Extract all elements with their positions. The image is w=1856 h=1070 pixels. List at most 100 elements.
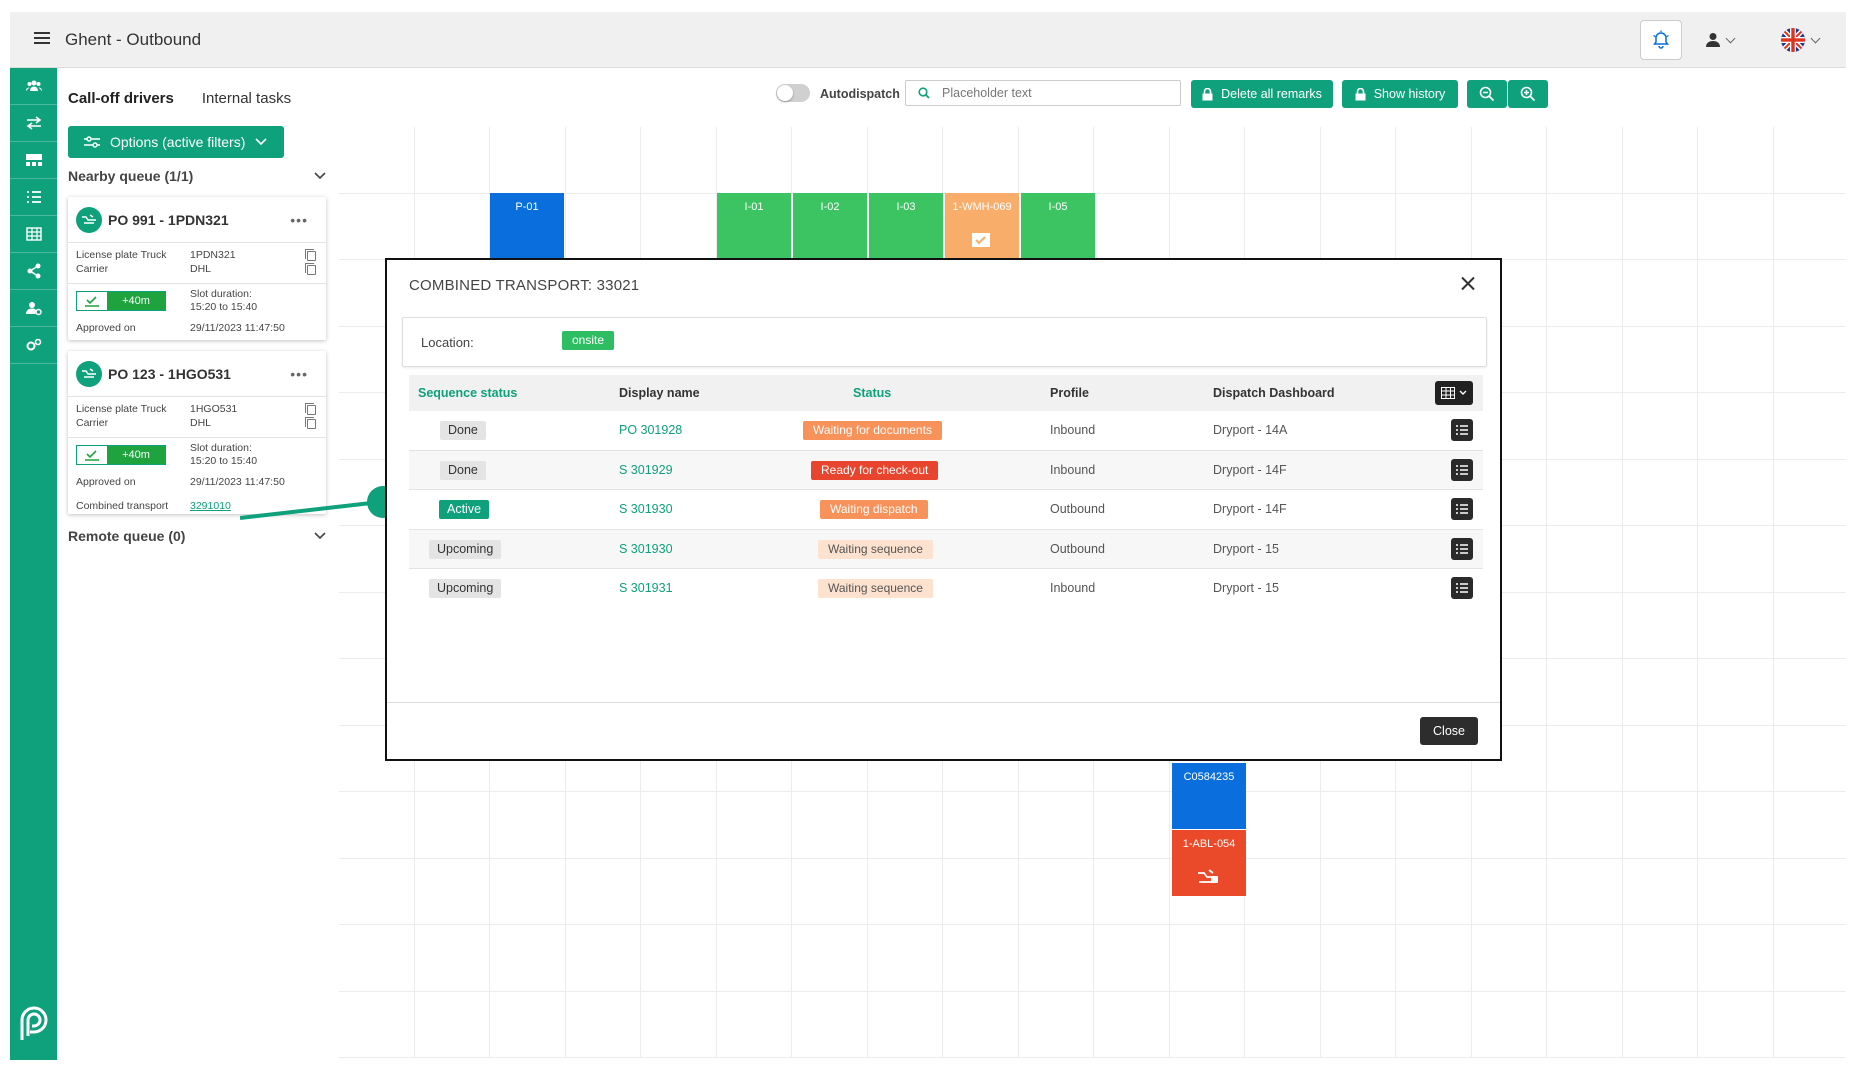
details-list-button[interactable] xyxy=(1451,498,1473,520)
grid-cell xyxy=(1698,991,1774,1058)
sidebar-item-table[interactable] xyxy=(10,216,57,253)
grid-cell xyxy=(1622,260,1698,327)
tab-internal-tasks[interactable]: Internal tasks xyxy=(202,90,291,120)
display-name-link[interactable]: S 301930 xyxy=(619,502,673,516)
delete-remarks-label: Delete all remarks xyxy=(1221,87,1322,101)
grid-cell xyxy=(1245,858,1321,925)
grid-cell xyxy=(1094,792,1170,859)
details-list-button[interactable] xyxy=(1451,537,1473,560)
column-sequence-status[interactable]: Sequence status xyxy=(418,386,517,400)
display-name-link[interactable]: S 301931 xyxy=(619,581,673,595)
delete-remarks-button[interactable]: Delete all remarks xyxy=(1191,80,1333,108)
sidebar-item-docks[interactable] xyxy=(10,142,57,179)
sidebar-item-transfers[interactable] xyxy=(10,105,57,142)
dock-block[interactable]: C0584235 xyxy=(1172,763,1246,829)
grid-cell xyxy=(339,925,415,992)
table-row[interactable]: Upcoming S 301931 Waiting sequence Inbou… xyxy=(409,569,1483,609)
options-filter-button[interactable]: Options (active filters) xyxy=(68,126,284,158)
column-settings-button[interactable] xyxy=(1435,381,1473,405)
chevron-down-icon xyxy=(314,172,326,180)
grid-cell xyxy=(1094,858,1170,925)
options-filter-label: Options (active filters) xyxy=(110,134,246,150)
details-list-button[interactable] xyxy=(1451,577,1473,599)
more-options-icon[interactable]: ••• xyxy=(290,212,308,228)
grid-cell xyxy=(792,991,868,1058)
grid-cell xyxy=(339,792,415,859)
table-row[interactable]: Active S 301930 Waiting dispatch Outboun… xyxy=(409,490,1483,530)
top-bar: Ghent - Outbound xyxy=(10,12,1846,68)
grid-cell xyxy=(490,925,566,992)
notification-button[interactable] xyxy=(1640,20,1682,60)
truck-icon xyxy=(1198,869,1218,883)
zoom-out-button[interactable] xyxy=(1467,80,1507,108)
dock-block[interactable]: I-03 xyxy=(869,193,943,259)
tab-call-off-drivers[interactable]: Call-off drivers xyxy=(68,90,174,120)
zoom-in-button[interactable] xyxy=(1508,80,1548,108)
nearby-queue-header[interactable]: Nearby queue (1/1) xyxy=(68,168,326,184)
location-label: Location: xyxy=(421,335,474,350)
sequence-table: Sequence status Display name Status Prof… xyxy=(409,375,1483,609)
copy-icon[interactable] xyxy=(305,263,316,275)
column-dispatch-dashboard[interactable]: Dispatch Dashboard xyxy=(1213,386,1335,400)
combined-transport-link[interactable]: 3291010 xyxy=(190,500,231,512)
grid-cell xyxy=(1018,127,1094,194)
dock-block[interactable]: I-05 xyxy=(1021,193,1095,259)
sidebar-item-share[interactable] xyxy=(10,253,57,290)
copy-icon[interactable] xyxy=(305,249,316,261)
close-icon[interactable] xyxy=(1458,274,1478,294)
grid-cell xyxy=(1320,858,1396,925)
grid-cell xyxy=(1622,459,1698,526)
copy-icon[interactable] xyxy=(305,403,316,415)
grid-cell xyxy=(1698,326,1774,393)
column-status[interactable]: Status xyxy=(853,386,891,400)
grid-cell xyxy=(1320,193,1396,260)
grid-cell xyxy=(1320,925,1396,992)
grid-cell xyxy=(1773,459,1846,526)
sliders-icon xyxy=(84,136,100,148)
carrier-value: DHL xyxy=(190,417,212,429)
user-menu[interactable] xyxy=(1705,28,1745,52)
display-name-link[interactable]: S 301930 xyxy=(619,542,673,556)
grid-cell xyxy=(1773,659,1846,726)
chevron-down-icon xyxy=(1725,33,1736,43)
sidebar-item-list[interactable] xyxy=(10,179,57,216)
dock-block[interactable]: I-02 xyxy=(793,193,867,259)
sidebar-item-users[interactable] xyxy=(10,68,57,105)
dock-block-alert[interactable]: 1-ABL-054 xyxy=(1172,830,1246,896)
sidebar-item-user-settings[interactable] xyxy=(10,290,57,327)
table-row[interactable]: Upcoming S 301930 Waiting sequence Outbo… xyxy=(409,529,1483,569)
grid-cell xyxy=(1698,858,1774,925)
truck-icon xyxy=(76,206,102,233)
table-row[interactable]: Done PO 301928 Waiting for documents Inb… xyxy=(409,411,1483,451)
grid-cell xyxy=(1245,792,1321,859)
grid-cell xyxy=(1622,592,1698,659)
display-name-link[interactable]: S 301929 xyxy=(619,463,673,477)
swap-arrows-icon xyxy=(26,116,41,130)
hamburger-icon[interactable] xyxy=(34,32,50,46)
language-menu[interactable] xyxy=(1780,24,1830,56)
grid-cell xyxy=(490,991,566,1058)
dock-block[interactable]: I-01 xyxy=(717,193,791,259)
grid-cell xyxy=(1622,858,1698,925)
autodispatch-toggle[interactable] xyxy=(776,84,810,102)
show-history-button[interactable]: Show history xyxy=(1342,80,1458,108)
table-row[interactable]: Done S 301929 Ready for check-out Inboun… xyxy=(409,450,1483,490)
card-title: PO 991 - 1PDN321 xyxy=(108,211,229,228)
search-input[interactable] xyxy=(942,86,1162,100)
grid-cell xyxy=(716,858,792,925)
grid-cell xyxy=(1773,393,1846,460)
queue-card[interactable]: PO 991 - 1PDN321 ••• License plate Truck… xyxy=(68,197,326,340)
column-profile[interactable]: Profile xyxy=(1050,386,1089,400)
dock-block[interactable]: P-01 xyxy=(490,193,564,259)
display-name-link[interactable]: PO 301928 xyxy=(619,423,682,437)
sidebar xyxy=(10,68,57,1060)
details-list-button[interactable] xyxy=(1451,458,1473,481)
column-display-name[interactable]: Display name xyxy=(619,386,700,400)
sidebar-item-settings[interactable] xyxy=(10,327,57,364)
chevron-down-icon xyxy=(1810,33,1821,43)
details-list-button[interactable] xyxy=(1451,419,1473,441)
close-button[interactable]: Close xyxy=(1420,717,1478,745)
copy-icon[interactable] xyxy=(305,417,316,429)
search-box[interactable] xyxy=(905,80,1181,106)
more-options-icon[interactable]: ••• xyxy=(290,366,308,382)
